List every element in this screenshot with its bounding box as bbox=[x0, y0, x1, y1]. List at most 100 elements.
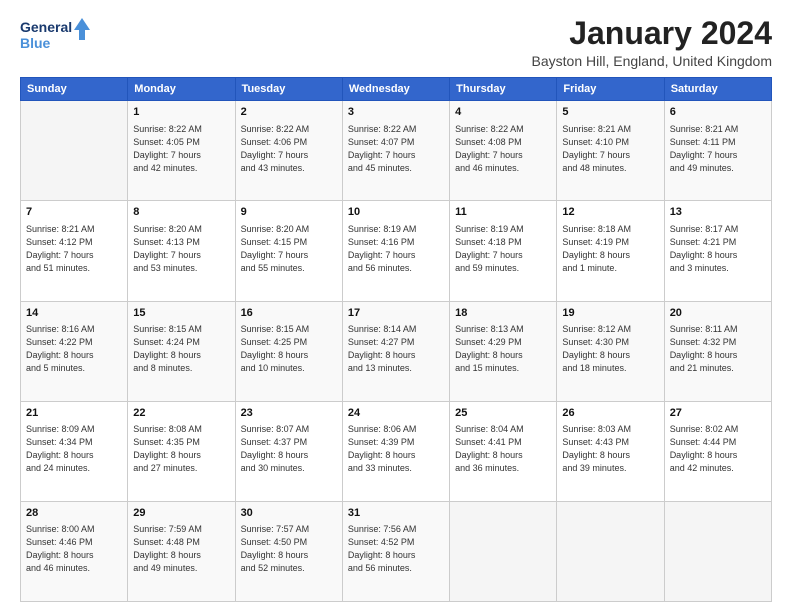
day-info: Sunrise: 8:21 AM Sunset: 4:12 PM Dayligh… bbox=[26, 223, 122, 275]
calendar-cell: 23 Sunrise: 8:07 AM Sunset: 4:37 PM Dayli… bbox=[235, 401, 342, 501]
calendar-cell: 11 Sunrise: 8:19 AM Sunset: 4:18 PM Dayli… bbox=[450, 201, 557, 301]
day-info: Sunrise: 8:22 AM Sunset: 4:08 PM Dayligh… bbox=[455, 123, 551, 175]
calendar-cell bbox=[450, 501, 557, 601]
title-block: January 2024 Bayston Hill, England, Unit… bbox=[532, 16, 772, 69]
calendar-cell: 26Sunrise: 8:03 AM Sunset: 4:43 PM Dayli… bbox=[557, 401, 664, 501]
day-info: Sunrise: 8:21 AM Sunset: 4:11 PM Dayligh… bbox=[670, 123, 766, 175]
calendar-cell: 29 Sunrise: 7:59 AM Sunset: 4:48 PM Dayli… bbox=[128, 501, 235, 601]
day-number: 12 bbox=[562, 205, 658, 220]
day-info: Sunrise: 8:00 AM Sunset: 4:46 PM Dayligh… bbox=[26, 523, 122, 575]
calendar-cell: 19 Sunrise: 8:12 AM Sunset: 4:30 PM Dayli… bbox=[557, 301, 664, 401]
day-number: 30 bbox=[241, 506, 337, 521]
calendar-cell: 15 Sunrise: 8:15 AM Sunset: 4:24 PM Dayli… bbox=[128, 301, 235, 401]
weekday-header-friday: Friday bbox=[557, 78, 664, 101]
calendar-cell: 8 Sunrise: 8:20 AM Sunset: 4:13 PM Daylig… bbox=[128, 201, 235, 301]
day-number: 9 bbox=[241, 205, 337, 220]
calendar-cell: 2Sunrise: 8:22 AM Sunset: 4:06 PM Daylig… bbox=[235, 101, 342, 201]
calendar-cell bbox=[21, 101, 128, 201]
day-info: Sunrise: 8:17 AM Sunset: 4:21 PM Dayligh… bbox=[670, 223, 766, 275]
day-info: Sunrise: 8:06 AM Sunset: 4:39 PM Dayligh… bbox=[348, 423, 444, 475]
day-info: Sunrise: 8:22 AM Sunset: 4:07 PM Dayligh… bbox=[348, 123, 444, 175]
day-info: Sunrise: 8:04 AM Sunset: 4:41 PM Dayligh… bbox=[455, 423, 551, 475]
day-number: 20 bbox=[670, 306, 766, 321]
weekday-header-tuesday: Tuesday bbox=[235, 78, 342, 101]
logo: General Blue bbox=[20, 16, 90, 54]
calendar-cell: 25 Sunrise: 8:04 AM Sunset: 4:41 PM Dayli… bbox=[450, 401, 557, 501]
day-info: Sunrise: 8:07 AM Sunset: 4:37 PM Dayligh… bbox=[241, 423, 337, 475]
weekday-header-wednesday: Wednesday bbox=[342, 78, 449, 101]
week-row-4: 21 Sunrise: 8:09 AM Sunset: 4:34 PM Dayli… bbox=[21, 401, 772, 501]
month-title: January 2024 bbox=[532, 16, 772, 51]
weekday-header-row: SundayMondayTuesdayWednesdayThursdayFrid… bbox=[21, 78, 772, 101]
calendar-cell: 9 Sunrise: 8:20 AM Sunset: 4:15 PM Daylig… bbox=[235, 201, 342, 301]
calendar-cell: 21 Sunrise: 8:09 AM Sunset: 4:34 PM Dayli… bbox=[21, 401, 128, 501]
day-info: Sunrise: 8:20 AM Sunset: 4:13 PM Dayligh… bbox=[133, 223, 229, 275]
svg-text:Blue: Blue bbox=[20, 35, 51, 51]
weekday-header-thursday: Thursday bbox=[450, 78, 557, 101]
day-number: 29 bbox=[133, 506, 229, 521]
day-info: Sunrise: 8:15 AM Sunset: 4:24 PM Dayligh… bbox=[133, 323, 229, 375]
day-number: 25 bbox=[455, 406, 551, 421]
day-info: Sunrise: 8:11 AM Sunset: 4:32 PM Dayligh… bbox=[670, 323, 766, 375]
calendar-cell: 6Sunrise: 8:21 AM Sunset: 4:11 PM Daylig… bbox=[664, 101, 771, 201]
day-number: 21 bbox=[26, 406, 122, 421]
day-info: Sunrise: 8:02 AM Sunset: 4:44 PM Dayligh… bbox=[670, 423, 766, 475]
calendar-cell: 28 Sunrise: 8:00 AM Sunset: 4:46 PM Dayli… bbox=[21, 501, 128, 601]
weekday-header-monday: Monday bbox=[128, 78, 235, 101]
day-number: 4 bbox=[455, 105, 551, 120]
day-info: Sunrise: 8:20 AM Sunset: 4:15 PM Dayligh… bbox=[241, 223, 337, 275]
day-number: 14 bbox=[26, 306, 122, 321]
calendar-table: SundayMondayTuesdayWednesdayThursdayFrid… bbox=[20, 77, 772, 602]
day-number: 16 bbox=[241, 306, 337, 321]
week-row-1: 1Sunrise: 8:22 AM Sunset: 4:05 PM Daylig… bbox=[21, 101, 772, 201]
day-info: Sunrise: 8:21 AM Sunset: 4:10 PM Dayligh… bbox=[562, 123, 658, 175]
day-number: 18 bbox=[455, 306, 551, 321]
day-number: 17 bbox=[348, 306, 444, 321]
calendar-cell: 14 Sunrise: 8:16 AM Sunset: 4:22 PM Dayli… bbox=[21, 301, 128, 401]
day-number: 24 bbox=[348, 406, 444, 421]
day-info: Sunrise: 8:22 AM Sunset: 4:05 PM Dayligh… bbox=[133, 123, 229, 175]
logo-svg: General Blue bbox=[20, 16, 90, 54]
calendar-cell: 22Sunrise: 8:08 AM Sunset: 4:35 PM Dayli… bbox=[128, 401, 235, 501]
day-number: 5 bbox=[562, 105, 658, 120]
day-info: Sunrise: 8:09 AM Sunset: 4:34 PM Dayligh… bbox=[26, 423, 122, 475]
day-info: Sunrise: 8:16 AM Sunset: 4:22 PM Dayligh… bbox=[26, 323, 122, 375]
day-info: Sunrise: 8:13 AM Sunset: 4:29 PM Dayligh… bbox=[455, 323, 551, 375]
calendar-cell: 27Sunrise: 8:02 AM Sunset: 4:44 PM Dayli… bbox=[664, 401, 771, 501]
day-info: Sunrise: 8:12 AM Sunset: 4:30 PM Dayligh… bbox=[562, 323, 658, 375]
day-number: 23 bbox=[241, 406, 337, 421]
day-info: Sunrise: 8:19 AM Sunset: 4:16 PM Dayligh… bbox=[348, 223, 444, 275]
day-number: 15 bbox=[133, 306, 229, 321]
weekday-header-saturday: Saturday bbox=[664, 78, 771, 101]
weekday-header-sunday: Sunday bbox=[21, 78, 128, 101]
day-number: 8 bbox=[133, 205, 229, 220]
calendar-cell: 12Sunrise: 8:18 AM Sunset: 4:19 PM Dayli… bbox=[557, 201, 664, 301]
calendar-cell: 20 Sunrise: 8:11 AM Sunset: 4:32 PM Dayli… bbox=[664, 301, 771, 401]
day-number: 19 bbox=[562, 306, 658, 321]
day-info: Sunrise: 7:57 AM Sunset: 4:50 PM Dayligh… bbox=[241, 523, 337, 575]
calendar-cell: 13 Sunrise: 8:17 AM Sunset: 4:21 PM Dayli… bbox=[664, 201, 771, 301]
calendar-cell: 10Sunrise: 8:19 AM Sunset: 4:16 PM Dayli… bbox=[342, 201, 449, 301]
day-info: Sunrise: 8:19 AM Sunset: 4:18 PM Dayligh… bbox=[455, 223, 551, 275]
calendar-cell: 1Sunrise: 8:22 AM Sunset: 4:05 PM Daylig… bbox=[128, 101, 235, 201]
calendar-cell: 16Sunrise: 8:15 AM Sunset: 4:25 PM Dayli… bbox=[235, 301, 342, 401]
day-number: 3 bbox=[348, 105, 444, 120]
day-info: Sunrise: 8:14 AM Sunset: 4:27 PM Dayligh… bbox=[348, 323, 444, 375]
day-number: 28 bbox=[26, 506, 122, 521]
calendar-cell: 30 Sunrise: 7:57 AM Sunset: 4:50 PM Dayli… bbox=[235, 501, 342, 601]
calendar-page: General Blue January 2024 Bayston Hill, … bbox=[0, 0, 792, 612]
week-row-2: 7Sunrise: 8:21 AM Sunset: 4:12 PM Daylig… bbox=[21, 201, 772, 301]
svg-text:General: General bbox=[20, 19, 72, 35]
calendar-cell: 24 Sunrise: 8:06 AM Sunset: 4:39 PM Dayli… bbox=[342, 401, 449, 501]
calendar-cell: 3 Sunrise: 8:22 AM Sunset: 4:07 PM Daylig… bbox=[342, 101, 449, 201]
day-number: 31 bbox=[348, 506, 444, 521]
day-number: 13 bbox=[670, 205, 766, 220]
day-info: Sunrise: 7:56 AM Sunset: 4:52 PM Dayligh… bbox=[348, 523, 444, 575]
day-number: 11 bbox=[455, 205, 551, 220]
day-info: Sunrise: 7:59 AM Sunset: 4:48 PM Dayligh… bbox=[133, 523, 229, 575]
day-number: 22 bbox=[133, 406, 229, 421]
location-subtitle: Bayston Hill, England, United Kingdom bbox=[532, 53, 772, 69]
header: General Blue January 2024 Bayston Hill, … bbox=[20, 16, 772, 69]
calendar-cell bbox=[557, 501, 664, 601]
day-info: Sunrise: 8:03 AM Sunset: 4:43 PM Dayligh… bbox=[562, 423, 658, 475]
